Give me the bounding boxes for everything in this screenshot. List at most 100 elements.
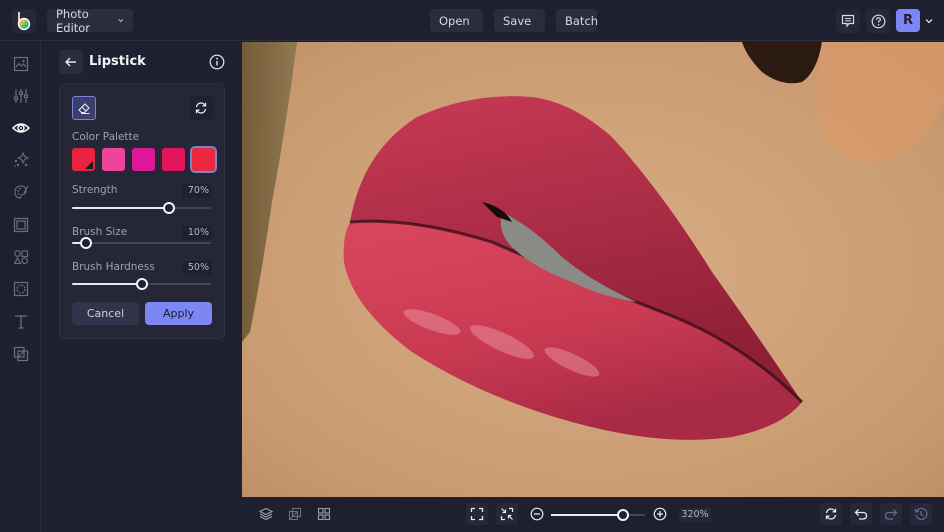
text-icon (15, 315, 27, 329)
avatar-initial: R (902, 13, 913, 28)
fit-to-screen-button[interactable] (466, 503, 488, 525)
zoom-slider-handle[interactable] (617, 509, 630, 521)
shrink-icon (500, 507, 514, 521)
custom-color-corner-icon (85, 161, 93, 169)
slider-handle[interactable] (79, 237, 92, 249)
user-avatar[interactable]: R (896, 9, 920, 32)
eraser-button[interactable] (72, 96, 96, 120)
grid-icon (317, 507, 331, 521)
zoom-in-icon (653, 507, 667, 521)
zoom-out-button[interactable] (526, 503, 548, 525)
brush-hardness-label: Brush Hardness (72, 261, 155, 273)
lipstick-panel: Lipstick Color Palette Strength 70% Brus… (42, 42, 242, 532)
refresh-icon (825, 508, 837, 520)
batch-label: Batch (565, 13, 599, 28)
slider-track (72, 242, 211, 244)
tool-sidebar (0, 42, 41, 532)
swatch[interactable] (162, 148, 185, 171)
account-chevron-down-icon[interactable] (925, 17, 933, 25)
panel-title: Lipstick (89, 54, 146, 69)
open-label: Open (439, 13, 470, 28)
sidebar-item-textures[interactable] (11, 279, 31, 299)
swatch[interactable] (190, 146, 217, 173)
history-icon (914, 507, 928, 520)
color-palette-label: Color Palette (72, 131, 140, 143)
brush-size-slider[interactable] (72, 237, 211, 249)
sliders-icon (13, 89, 29, 103)
zoom-in-button[interactable] (649, 503, 671, 525)
photo-canvas[interactable] (242, 42, 944, 497)
sidebar-item-artsy[interactable] (11, 182, 31, 202)
overlay-icon (13, 346, 29, 362)
slider-handle[interactable] (163, 202, 176, 214)
undo-icon (854, 509, 868, 520)
open-button[interactable]: Open (430, 9, 483, 32)
sidebar-item-overlays[interactable] (11, 344, 31, 364)
zoom-slider[interactable] (551, 509, 645, 521)
brush-hardness-slider[interactable] (72, 278, 211, 290)
compare-button[interactable] (284, 503, 306, 525)
back-button[interactable] (59, 50, 83, 74)
sidebar-item-graphics[interactable] (11, 247, 31, 267)
save-button[interactable]: Save (494, 9, 545, 32)
eraser-icon (78, 103, 90, 114)
slider-fill (72, 283, 142, 285)
sparkles-icon (14, 152, 29, 167)
fullscreen-icon (470, 507, 484, 521)
cancel-button[interactable]: Cancel (72, 302, 139, 325)
arrow-left-icon (65, 57, 76, 67)
slider-fill (72, 207, 170, 209)
lipstick-settings-card: Color Palette Strength 70% Brush Size 10… (59, 83, 225, 339)
sidebar-item-text[interactable] (11, 312, 31, 332)
save-label: Save (503, 13, 532, 28)
refresh-icon (195, 102, 207, 114)
panel-header: Lipstick (59, 50, 229, 76)
sidebar-item-touch-up[interactable] (11, 118, 31, 138)
actual-size-button[interactable] (496, 503, 518, 525)
slider-handle[interactable] (135, 278, 148, 290)
comments-button[interactable] (836, 9, 860, 33)
palette-icon (14, 185, 29, 199)
swatch[interactable] (132, 148, 155, 171)
chevron-down-icon (118, 19, 124, 23)
brush-hardness-value[interactable]: 50% (182, 261, 212, 275)
swatch[interactable] (102, 148, 125, 171)
history-button[interactable] (910, 503, 932, 525)
strength-label: Strength (72, 184, 118, 196)
help-icon (871, 14, 885, 28)
strength-slider[interactable] (72, 202, 211, 214)
layers-icon (259, 507, 273, 521)
zoom-level[interactable]: 320% (679, 508, 711, 522)
sidebar-item-image[interactable] (11, 54, 31, 74)
image-icon (13, 56, 29, 72)
batch-button[interactable]: Batch (556, 9, 599, 32)
app-logo[interactable] (12, 9, 36, 33)
compare-icon (288, 507, 302, 521)
app-menu-label: Photo Editor (56, 6, 91, 35)
strength-value[interactable]: 70% (182, 184, 212, 198)
comment-icon (841, 14, 855, 28)
bottom-toolbar: 320% (242, 497, 944, 532)
frame-icon (13, 217, 29, 233)
shapes-icon (13, 250, 29, 265)
help-button[interactable] (866, 9, 890, 33)
sidebar-item-frames[interactable] (11, 215, 31, 235)
top-bar: Photo Editor Open Save Batch R (0, 0, 944, 41)
rotate-refresh-button[interactable] (820, 503, 842, 525)
color-swatches (72, 146, 217, 173)
sidebar-item-adjust[interactable] (11, 86, 31, 106)
texture-icon (13, 281, 29, 297)
sidebar-item-effects[interactable] (11, 150, 31, 170)
lips-photo (242, 42, 944, 497)
info-icon[interactable] (208, 53, 226, 71)
layers-button[interactable] (255, 503, 277, 525)
reset-button[interactable] (189, 96, 213, 120)
swatch-custom[interactable] (72, 148, 95, 171)
zoom-out-icon (530, 507, 544, 521)
app-menu-button[interactable]: Photo Editor (47, 6, 133, 35)
eye-icon (12, 123, 30, 133)
grid-view-button[interactable] (313, 503, 335, 525)
undo-button[interactable] (850, 503, 872, 525)
apply-button[interactable]: Apply (145, 302, 212, 325)
redo-button[interactable] (880, 503, 902, 525)
